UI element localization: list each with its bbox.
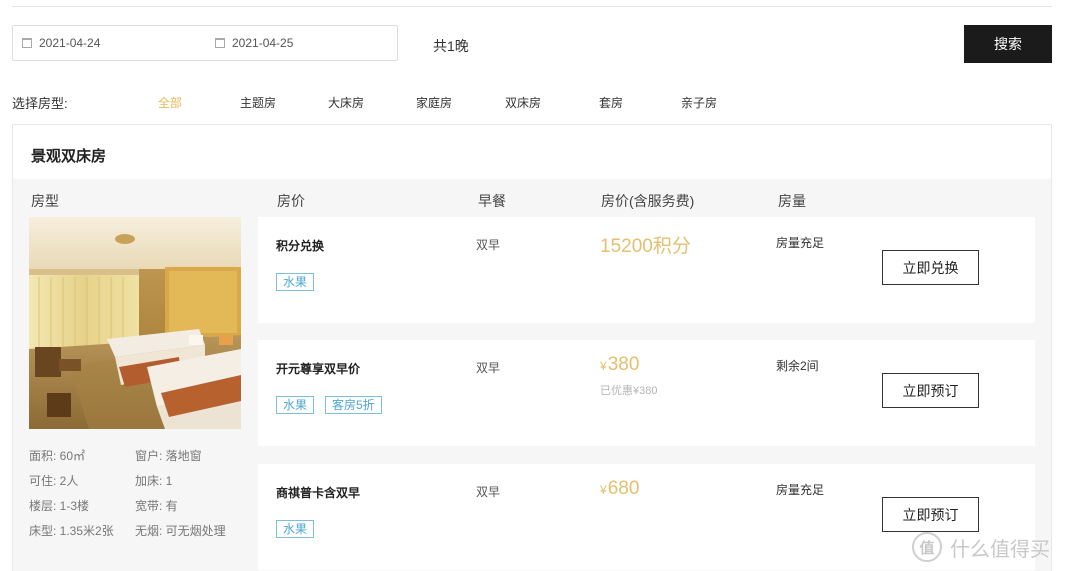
offer-price-value: 380 <box>607 354 640 375</box>
rate-offer-row: 开元尊享双早价 双早 ¥380 已优惠¥380 剩余2间 水果 客房5折 立即预… <box>258 340 1035 446</box>
spec-bed-type: 床型: 1.35米2张 <box>29 524 114 538</box>
offer-tag: 水果 <box>276 273 315 291</box>
filter-tab-twin[interactable]: 双床房 <box>505 94 541 111</box>
offer-availability: 房量充足 <box>776 236 825 250</box>
offer-price-value: 680 <box>607 478 640 499</box>
column-header-availability: 房量 <box>778 193 806 209</box>
room-photo[interactable] <box>29 217 241 429</box>
checkout-date-field[interactable]: 2021-04-25 <box>215 26 293 60</box>
spec-non-smoking: 无烟: 可无烟处理 <box>135 524 226 538</box>
filter-tab-theme[interactable]: 主题房 <box>240 94 276 111</box>
book-now-button[interactable]: 立即预订 <box>882 373 979 408</box>
offer-breakfast: 双早 <box>476 238 501 252</box>
offer-price: ¥380 <box>600 354 639 376</box>
offer-name: 积分兑换 <box>276 239 325 253</box>
filter-tab-all[interactable]: 全部 <box>158 94 182 111</box>
redeem-now-button[interactable]: 立即兑换 <box>882 250 979 285</box>
calendar-icon <box>215 38 225 48</box>
offer-price: ¥680 <box>600 478 639 500</box>
offer-name: 商祺普卡含双早 <box>276 486 361 500</box>
room-type-filter-label: 选择房型: <box>12 96 68 111</box>
spec-extra-bed: 加床: 1 <box>135 474 173 488</box>
offer-availability: 房量充足 <box>776 483 825 497</box>
site-watermark: 值 什么值得买 <box>912 532 1050 562</box>
watermark-logo-icon: 值 <box>912 532 942 562</box>
column-header-room-type: 房型 <box>31 193 59 209</box>
room-card-body: 房型 房价 早餐 房价(含服务费) 房量 面积: 60㎡ 窗户: 落地窗 可住:… <box>13 179 1051 571</box>
spec-window: 窗户: 落地窗 <box>135 449 202 463</box>
filter-tab-kids[interactable]: 亲子房 <box>681 94 717 111</box>
rate-offer-row: 积分兑换 双早 15200积分 房量充足 水果 立即兑换 <box>258 217 1035 323</box>
top-divider <box>12 6 1052 7</box>
offer-discount: 已优惠¥380 <box>600 385 658 397</box>
hotel-twin-room-photo <box>29 217 241 429</box>
offer-price-value: 15200积分 <box>600 236 691 257</box>
column-header-price: 房价(含服务费) <box>601 193 695 209</box>
spec-capacity: 可住: 2人 <box>29 474 79 488</box>
checkout-date-value: 2021-04-25 <box>232 36 294 50</box>
filter-tab-family[interactable]: 家庭房 <box>416 94 452 111</box>
column-header-rate: 房价 <box>277 193 305 209</box>
book-now-button[interactable]: 立即预订 <box>882 497 979 532</box>
offer-availability: 剩余2间 <box>776 359 819 373</box>
room-card: 景观双床房 房型 房价 早餐 房价(含服务费) 房量 面积: 60㎡ 窗户: 落… <box>12 124 1052 571</box>
watermark-text: 什么值得买 <box>950 538 1050 561</box>
filter-tab-suite[interactable]: 套房 <box>599 94 623 111</box>
spec-floor: 楼层: 1-3楼 <box>29 499 90 513</box>
calendar-icon <box>22 38 32 48</box>
currency-symbol: ¥ <box>600 483 607 497</box>
offer-breakfast: 双早 <box>476 361 501 375</box>
search-button[interactable]: 搜索 <box>964 25 1052 63</box>
offer-breakfast: 双早 <box>476 485 501 499</box>
currency-symbol: ¥ <box>600 359 607 373</box>
column-header-breakfast: 早餐 <box>478 193 506 209</box>
offer-tag: 水果 <box>276 520 315 538</box>
nights-count: 共1晚 <box>433 38 469 54</box>
checkin-date-field[interactable]: 2021-04-24 <box>22 26 100 60</box>
offer-name: 开元尊享双早价 <box>276 362 361 376</box>
checkin-date-value: 2021-04-24 <box>39 36 101 50</box>
spec-broadband: 宽带: 有 <box>135 499 178 513</box>
filter-tab-king[interactable]: 大床房 <box>328 94 364 111</box>
room-title: 景观双床房 <box>31 148 107 165</box>
spec-area: 面积: 60㎡ <box>29 449 86 463</box>
offer-tag: 水果 <box>276 396 315 414</box>
offer-tag: 客房5折 <box>325 396 382 414</box>
offer-price: 15200积分 <box>600 231 691 258</box>
date-range-picker[interactable]: 2021-04-24 2021-04-25 <box>12 25 398 61</box>
